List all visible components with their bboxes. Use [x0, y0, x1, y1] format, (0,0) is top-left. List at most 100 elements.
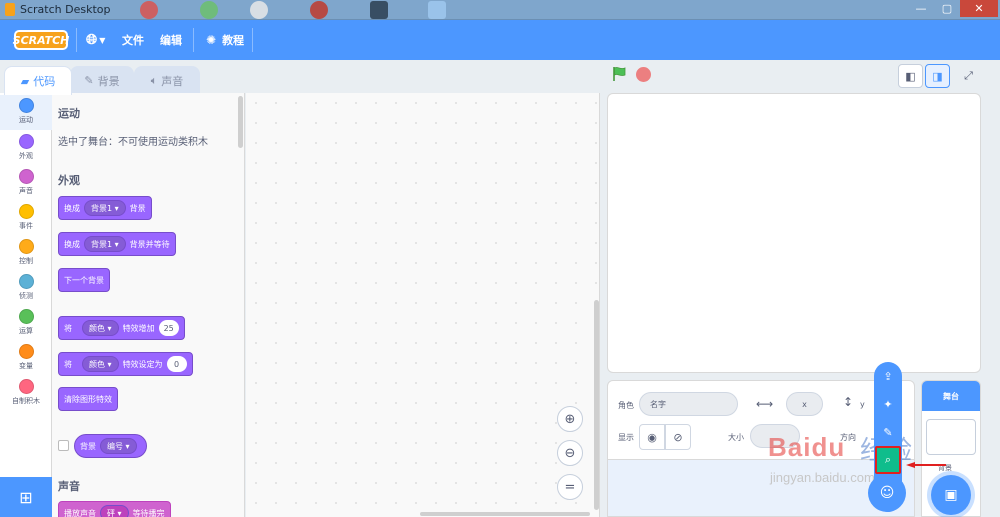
desktop-icon [250, 1, 268, 19]
category-dot [18, 309, 34, 324]
tutorials-menu[interactable]: ✺ 教程 [198, 20, 252, 60]
minimize-icon[interactable]: — [908, 0, 934, 17]
desktop-icon [310, 1, 328, 19]
script-horizontal-scrollbar[interactable] [420, 512, 590, 516]
scratch-logo[interactable]: SCRATCH [13, 30, 69, 50]
choose-backdrop-button[interactable]: ▣ [931, 475, 971, 515]
category-sound[interactable]: 声音 [0, 166, 52, 201]
category-label: 变量 [19, 362, 33, 370]
stage-thumbnail[interactable] [926, 419, 976, 455]
stop-icon[interactable] [636, 67, 651, 82]
effect-value-input[interactable]: 0 [166, 356, 187, 372]
block-next-backdrop[interactable]: 下一个背景 [58, 268, 110, 292]
brush-icon: ✎ [84, 74, 94, 87]
zoom-reset-button[interactable]: = [557, 474, 583, 500]
category-label: 控制 [19, 257, 33, 265]
y-label: y [860, 400, 865, 409]
script-area[interactable] [246, 93, 600, 517]
desktop-icon [428, 1, 446, 19]
sprite-name-input[interactable]: 名字 [639, 392, 738, 416]
x-input[interactable]: x [786, 392, 823, 416]
category-events[interactable]: 事件 [0, 201, 52, 236]
menu-divider [193, 28, 194, 52]
category-dot [18, 204, 34, 219]
block-text: 将 [64, 359, 72, 369]
tab-sounds[interactable]: 🔈︎ 声音 [134, 66, 200, 94]
block-change-effect[interactable]: 将颜色 ▾ 特效增加 25 [58, 316, 185, 340]
green-flag-icon[interactable] [611, 66, 627, 82]
category-looks[interactable]: 外观 [0, 131, 52, 166]
edit-menu[interactable]: 编辑 [152, 20, 190, 60]
block-play-sound-until-done[interactable]: 播放声音砰 ▾ 等待播完 [58, 501, 171, 517]
dropdown-value: 编号 [107, 441, 123, 451]
red-arrow-annotation [906, 462, 946, 468]
show-sprite-button[interactable]: ◉ [639, 424, 665, 450]
speaker-icon: 🔈︎ [150, 73, 158, 87]
brush-icon: ✎ [883, 425, 893, 439]
sound-dropdown[interactable]: 砰 ▾ [100, 505, 129, 517]
hide-sprite-button[interactable]: ⊘ [665, 424, 691, 450]
tab-code-label: 代码 [33, 75, 56, 88]
file-menu[interactable]: 文件 [114, 20, 152, 60]
zoom-out-button[interactable]: ⊖ [557, 440, 583, 466]
number-name-dropdown[interactable]: 编号 ▾ [100, 438, 137, 454]
effect-amount-input[interactable]: 25 [158, 320, 179, 336]
globe-icon: 🌐︎ [86, 32, 98, 48]
fullscreen-button[interactable]: ⤢ [956, 64, 981, 88]
block-text: 特效增加 [122, 323, 155, 333]
stage-canvas[interactable] [607, 93, 981, 373]
block-text: 换成 [64, 239, 80, 249]
upload-sprite-button[interactable]: ⇪ [874, 362, 902, 390]
category-label: 运动 [19, 116, 33, 124]
sprite-label: 角色 [618, 401, 634, 410]
category-label: 事件 [19, 222, 33, 230]
choose-sprite-button[interactable]: ☺ [868, 474, 906, 512]
backdrop-dropdown[interactable]: 背景1 ▾ [84, 236, 126, 252]
close-icon[interactable]: ✕ [960, 0, 998, 17]
category-operators[interactable]: 运算 [0, 306, 52, 341]
block-set-effect[interactable]: 将颜色 ▾ 特效设定为 0 [58, 352, 193, 376]
search-icon: ⌕ [884, 453, 892, 466]
stage-selector-panel[interactable]: 舞台 背景 ▣ [921, 380, 981, 517]
zoom-in-button[interactable]: ⊕ [557, 406, 583, 432]
choose-sprite-highlighted-button[interactable]: ⌕ [875, 446, 901, 474]
category-motion[interactable]: 运动 [0, 95, 52, 130]
category-label: 自制积木 [12, 397, 40, 405]
script-scrollbar[interactable] [594, 300, 599, 510]
category-dot [18, 344, 34, 359]
tab-code[interactable]: ▰ 代码 [4, 66, 72, 95]
add-extension-button[interactable]: ⊞ [0, 477, 52, 517]
lightbulb-icon: ✺ [206, 33, 217, 47]
chevron-down-icon: ▼ [99, 35, 106, 45]
block-switch-backdrop[interactable]: 换成 背景1 ▾ 背景 [58, 196, 152, 220]
small-stage-button[interactable]: ◧ [898, 64, 923, 88]
category-variables[interactable]: 变量 [0, 341, 52, 376]
language-menu[interactable]: 🌐︎ ▼ [78, 20, 113, 60]
tab-backdrops[interactable]: ✎ 背景 [70, 66, 134, 94]
surprise-sprite-button[interactable]: ✦ [874, 390, 902, 418]
block-switch-backdrop-wait[interactable]: 换成 背景1 ▾ 背景并等待 [58, 232, 176, 256]
block-text: 特效设定为 [122, 359, 163, 369]
effect-dropdown[interactable]: 颜色 ▾ [82, 356, 119, 372]
y-arrow-icon: ↕ [843, 395, 854, 409]
block-clear-effects[interactable]: 清除图形特效 [58, 387, 118, 411]
effect-dropdown[interactable]: 颜色 ▾ [82, 320, 119, 336]
block-backdrop-number[interactable]: 背景 编号 ▾ [74, 434, 147, 458]
tab-backdrops-label: 背景 [97, 74, 120, 88]
backdrop-dropdown[interactable]: 背景1 ▾ [84, 200, 126, 216]
category-sensing[interactable]: 侦测 [0, 271, 52, 306]
category-control[interactable]: 控制 [0, 236, 52, 271]
monitor-checkbox[interactable] [58, 440, 69, 451]
category-my-blocks[interactable]: 自制积木 [0, 376, 52, 411]
block-palette: 运动 选中了舞台：不可使用运动类积木 外观 换成 背景1 ▾ 背景 换成 背景1 ▾ 背… [52, 93, 245, 517]
watermark-url: jingyan.baidu.com [770, 470, 875, 485]
maximize-icon[interactable]: ▢ [934, 0, 960, 17]
paint-sprite-button[interactable]: ✎ [874, 418, 902, 446]
upload-icon: ⇪ [883, 369, 893, 383]
cat-icon: ☺ [879, 485, 895, 501]
stage-header: 舞台 [922, 381, 980, 411]
dropdown-value: 砰 [107, 508, 115, 517]
zoom-reset-icon: = [564, 479, 576, 495]
large-stage-button[interactable]: ◨ [925, 64, 950, 88]
palette-scrollbar[interactable] [238, 96, 243, 148]
